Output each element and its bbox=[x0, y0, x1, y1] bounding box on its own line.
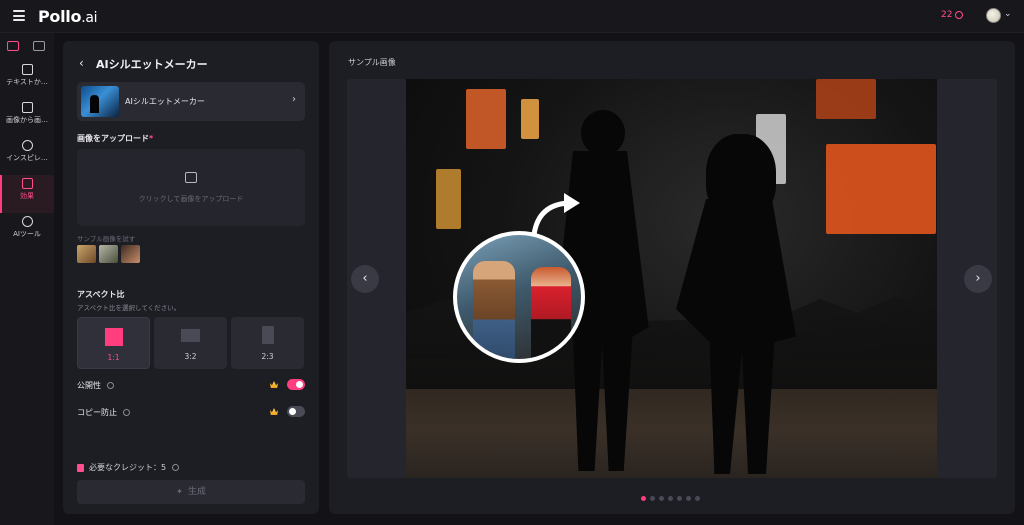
sidebar-item-image-to-image[interactable]: 画像から画… bbox=[0, 99, 54, 137]
upload-dropzone[interactable]: クリックして画像をアップロード bbox=[77, 149, 305, 226]
carousel-dot[interactable] bbox=[659, 496, 664, 501]
info-icon[interactable] bbox=[172, 464, 180, 471]
carousel-pagination bbox=[641, 496, 700, 501]
upload-label: 画像をアップロード* bbox=[77, 134, 154, 143]
sample-image[interactable] bbox=[77, 245, 96, 263]
compass-icon bbox=[21, 140, 33, 151]
aspect-option-label: 3:2 bbox=[184, 352, 197, 361]
sample-images bbox=[77, 245, 140, 263]
preview-label: サンプル画像 bbox=[348, 58, 396, 67]
carousel-prev-button[interactable]: ‹ bbox=[351, 265, 379, 293]
model-thumbnail bbox=[81, 86, 119, 117]
public-visibility-toggle[interactable] bbox=[287, 379, 305, 390]
chevron-right-icon: › bbox=[292, 94, 296, 105]
crown-icon bbox=[270, 408, 278, 415]
top-bar: Pollo.ai 22 ⌄ bbox=[0, 0, 1024, 33]
sidebar-item-ai-tools[interactable]: AIツール bbox=[0, 213, 54, 251]
credit-cost-label: 必要なクレジット： bbox=[89, 463, 161, 472]
landscape-icon bbox=[181, 329, 200, 342]
sparkle-icon: ✦ bbox=[176, 487, 183, 496]
aspect-ratio-subtitle: アスペクト比を選択してください。 bbox=[77, 304, 181, 312]
credit-count: 22 bbox=[941, 10, 953, 20]
logo[interactable]: Pollo.ai bbox=[38, 7, 98, 26]
preview-panel: サンプル画像 ‹ › bbox=[329, 41, 1015, 514]
sample-image[interactable] bbox=[99, 245, 118, 263]
sidebar-item-inspiration[interactable]: インスピレ… bbox=[0, 137, 54, 175]
avatar[interactable] bbox=[986, 8, 1001, 23]
public-visibility-label: 公開性 bbox=[77, 380, 114, 391]
image-icon[interactable] bbox=[7, 41, 19, 51]
crown-icon bbox=[270, 381, 278, 388]
video-icon[interactable] bbox=[33, 41, 45, 51]
sample-image-photo bbox=[406, 79, 937, 478]
upload-image-icon bbox=[185, 172, 197, 183]
effects-icon bbox=[21, 178, 33, 189]
model-selector[interactable]: AIシルエットメーカー › bbox=[77, 82, 305, 121]
aspect-option-1-1[interactable]: 1:1 bbox=[77, 317, 150, 369]
aspect-option-label: 2:3 bbox=[261, 352, 274, 361]
original-photo-inset bbox=[453, 231, 585, 363]
sample-images-label: サンプル画像を試す bbox=[77, 235, 136, 243]
sample-carousel: ‹ › bbox=[347, 79, 997, 478]
image-to-image-icon bbox=[21, 102, 33, 113]
carousel-next-button[interactable]: › bbox=[964, 265, 992, 293]
sidebar-item-label: 画像から画… bbox=[6, 116, 48, 124]
public-visibility-row: 公開性 bbox=[77, 379, 305, 393]
aspect-ratio-label: アスペクト比 bbox=[77, 290, 125, 299]
credit-icon bbox=[77, 463, 84, 472]
coin-icon bbox=[955, 11, 964, 19]
sidebar-item-text-to-image[interactable]: テキストか… bbox=[0, 61, 54, 99]
sidebar-item-label: 効果 bbox=[20, 192, 34, 200]
copy-protection-label: コピー防止 bbox=[77, 407, 130, 418]
chevron-down-icon[interactable]: ⌄ bbox=[1004, 9, 1012, 19]
copy-protection-toggle[interactable] bbox=[287, 406, 305, 417]
arrow-icon bbox=[531, 193, 580, 238]
ai-tools-icon bbox=[21, 216, 33, 227]
info-icon[interactable] bbox=[123, 409, 130, 416]
carousel-dot[interactable] bbox=[677, 496, 682, 501]
carousel-dot[interactable] bbox=[650, 496, 655, 501]
square-icon bbox=[105, 328, 123, 346]
aspect-option-3-2[interactable]: 3:2 bbox=[154, 317, 227, 369]
aspect-option-label: 1:1 bbox=[107, 353, 120, 362]
credit-balance[interactable]: 22 bbox=[941, 10, 964, 20]
carousel-dot[interactable] bbox=[668, 496, 673, 501]
carousel-dot[interactable] bbox=[641, 496, 646, 501]
sidebar-item-label: インスピレ… bbox=[6, 154, 48, 162]
page-title: AIシルエットメーカー bbox=[96, 58, 208, 71]
credit-cost-value: 5 bbox=[161, 463, 167, 472]
sidebar-item-effects[interactable]: 効果 bbox=[0, 175, 54, 213]
sidebar-item-label: テキストか… bbox=[6, 78, 48, 86]
sample-image[interactable] bbox=[121, 245, 140, 263]
media-tabs bbox=[0, 37, 54, 57]
generate-button[interactable]: ✦ 生成 bbox=[77, 480, 305, 504]
info-icon[interactable] bbox=[107, 382, 114, 389]
hamburger-icon[interactable] bbox=[13, 10, 25, 21]
upload-hint: クリックして画像をアップロード bbox=[138, 195, 244, 203]
back-arrow-icon[interactable]: ‹ bbox=[79, 56, 84, 70]
sidebar-item-label: AIツール bbox=[13, 230, 41, 238]
text-to-image-icon bbox=[21, 64, 33, 75]
settings-panel: ‹ AIシルエットメーカー AIシルエットメーカー › 画像をアップロード* ク… bbox=[63, 41, 319, 514]
portrait-icon bbox=[262, 326, 274, 344]
generate-label: 生成 bbox=[187, 487, 206, 497]
carousel-dot[interactable] bbox=[686, 496, 691, 501]
aspect-option-2-3[interactable]: 2:3 bbox=[231, 317, 304, 369]
model-name: AIシルエットメーカー bbox=[125, 97, 205, 106]
credit-cost: 必要なクレジット： 5 bbox=[77, 462, 180, 473]
left-rail: テキストか… 画像から画… インスピレ… 効果 AIツール bbox=[0, 33, 54, 525]
carousel-dot[interactable] bbox=[695, 496, 700, 501]
copy-protection-row: コピー防止 bbox=[77, 406, 305, 420]
